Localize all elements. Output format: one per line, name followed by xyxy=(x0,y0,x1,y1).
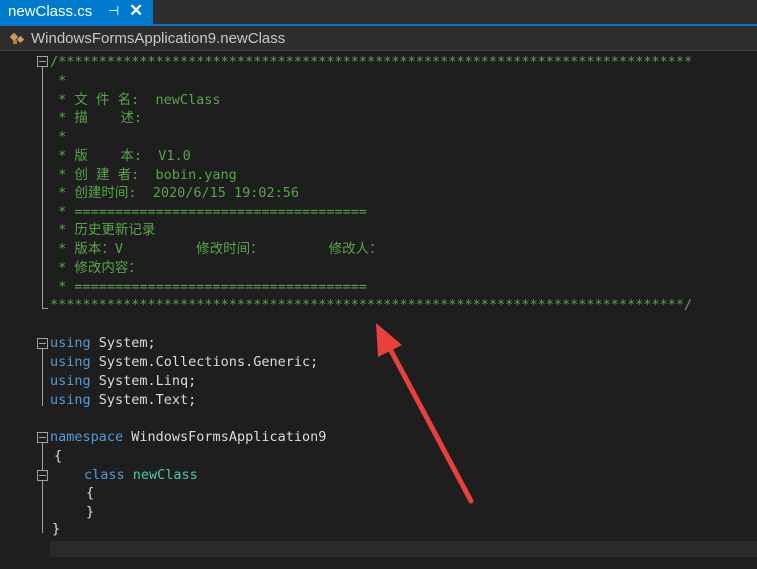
namespace-ref: System.Linq; xyxy=(90,373,197,389)
tab-newclass[interactable]: newClass.cs ⊣ ✕ xyxy=(0,0,153,24)
namespace-ref: System.Collections.Generic; xyxy=(90,354,319,370)
navigation-bar[interactable]: WindowsFormsApplication9.newClass xyxy=(0,26,757,51)
using-line: using System.Collections.Generic; xyxy=(50,353,318,372)
tab-label: newClass.cs xyxy=(8,3,93,20)
editor-gutter xyxy=(0,51,32,569)
comment-line: * 创 建 者: bobin.yang xyxy=(50,167,237,183)
navbar-label: WindowsFormsApplication9.newClass xyxy=(31,30,286,47)
comment-line: * 版 本: V1.0 xyxy=(50,148,191,164)
comment-line: * ==================================== xyxy=(50,279,367,295)
keyword: using xyxy=(50,373,91,389)
comment-line: /***************************************… xyxy=(50,54,693,70)
fold-toggle-using[interactable] xyxy=(37,338,48,349)
using-line: using System.Linq; xyxy=(50,372,196,391)
using-line: using System.Text; xyxy=(50,391,196,410)
namespace-line: namespace WindowsFormsApplication9 xyxy=(50,428,326,447)
pin-icon[interactable]: ⊣ xyxy=(108,3,119,19)
namespace-ref: System; xyxy=(90,335,156,351)
keyword: using xyxy=(50,354,91,370)
class-icon xyxy=(10,32,25,44)
comment-line: * 版本：V 修改时间： 修改人： xyxy=(50,241,383,257)
keyword: using xyxy=(50,335,91,351)
class-name: newClass xyxy=(124,467,198,483)
fold-guide xyxy=(42,349,43,406)
fold-guide-end xyxy=(42,308,48,309)
comment-line: * xyxy=(50,129,67,145)
fold-toggle-comment[interactable] xyxy=(37,56,48,67)
comment-line: * 文 件 名: newClass xyxy=(50,92,221,108)
keyword: using xyxy=(50,392,91,408)
comment-line: * 修改内容： xyxy=(50,260,142,276)
comment-line: * 描 述: xyxy=(50,110,143,126)
fold-toggle-class[interactable] xyxy=(37,470,48,481)
fold-toggle-namespace[interactable] xyxy=(37,432,48,443)
comment-line: * 创建时间: 2020/6/15 19:02:56 xyxy=(50,185,300,201)
brace-line: { xyxy=(86,485,95,501)
comment-line: ****************************************… xyxy=(50,297,693,313)
using-line: using System; xyxy=(50,334,156,353)
comment-line: * ==================================== xyxy=(50,204,367,220)
current-line-highlight xyxy=(50,541,757,557)
tab-bar: newClass.cs ⊣ ✕ xyxy=(0,0,757,24)
comment-line: * xyxy=(50,73,67,89)
fold-guide xyxy=(42,443,43,533)
class-line: class newClass xyxy=(84,466,198,485)
namespace-name: WindowsFormsApplication9 xyxy=(123,429,327,445)
namespace-ref: System.Text; xyxy=(90,392,197,408)
keyword: class xyxy=(84,467,125,483)
keyword: namespace xyxy=(50,429,124,445)
comment-line: * 历史更新记录 xyxy=(50,222,156,238)
brace-line: } xyxy=(52,521,61,537)
fold-guide xyxy=(42,67,43,308)
brace-line: } xyxy=(86,504,95,520)
brace-line: { xyxy=(54,448,63,464)
close-icon[interactable]: ✕ xyxy=(129,1,143,21)
